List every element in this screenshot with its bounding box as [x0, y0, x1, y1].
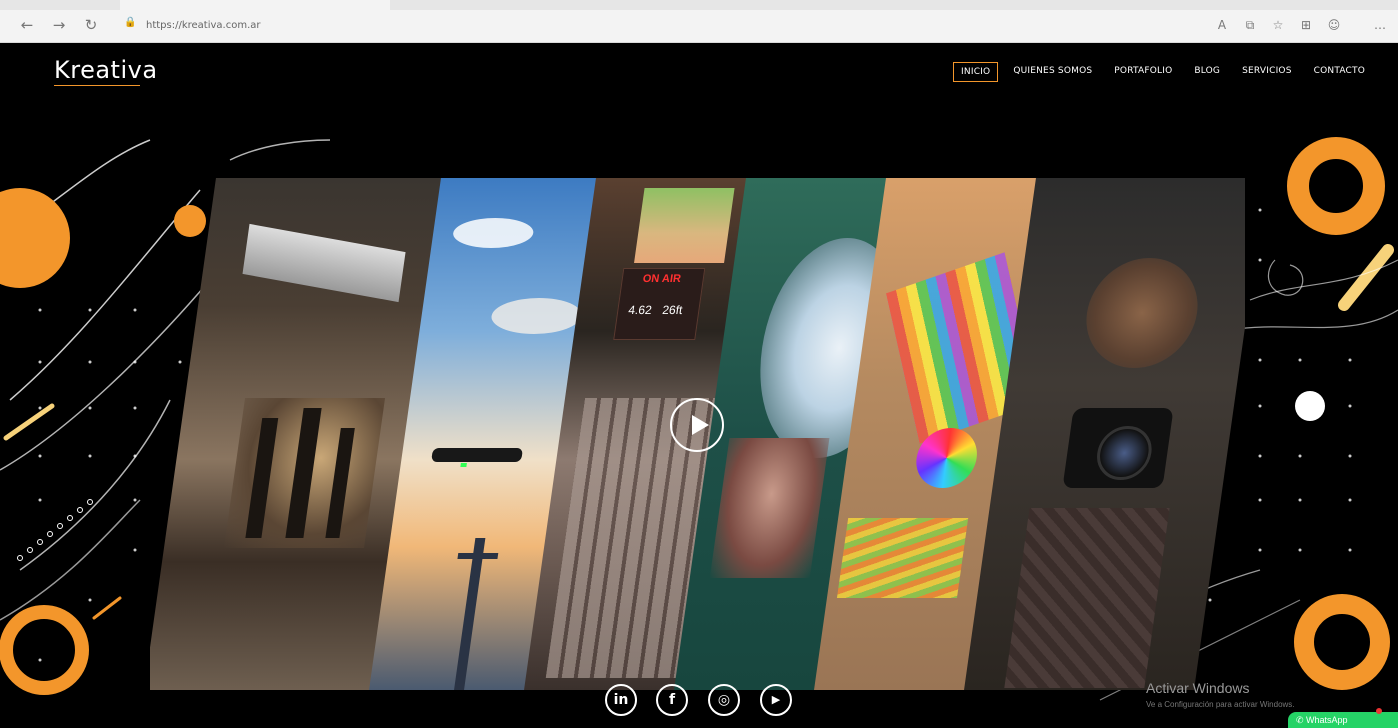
nav-contacto[interactable]: CONTACTO — [1307, 62, 1372, 82]
address-bar[interactable]: https://kreativa.com.ar — [146, 20, 261, 31]
refresh-icon[interactable]: ↻ — [82, 16, 100, 34]
play-button[interactable] — [670, 398, 724, 452]
studio-value-2: 26ft — [661, 303, 684, 317]
nav-portafolio[interactable]: PORTAFOLIO — [1107, 62, 1179, 82]
nav-inicio[interactable]: INICIO — [953, 62, 999, 82]
nav-blog[interactable]: BLOG — [1187, 62, 1227, 82]
on-air-sign: ON AIR — [641, 273, 682, 285]
browser-toolbar: ← → ↻ 🔒 https://kreativa.com.ar A ⧉ ☆ ⊞ … — [0, 0, 1398, 43]
profile-icon[interactable]: ☺ — [1326, 17, 1342, 33]
play-icon — [692, 415, 709, 435]
nav-servicios[interactable]: SERVICIOS — [1235, 62, 1299, 82]
studio-value-1: 4.62 — [627, 303, 653, 317]
whatsapp-button[interactable]: ✆ WhatsApp — [1288, 712, 1398, 728]
arrow-right-icon[interactable]: → — [50, 16, 68, 34]
nav-quienes-somos[interactable]: QUIENES SOMOS — [1006, 62, 1099, 82]
site-logo[interactable]: Kreativa — [54, 56, 158, 84]
main-nav: INICIO QUIENES SOMOS PORTAFOLIO BLOG SER… — [945, 62, 1372, 82]
tab-icon[interactable]: ⧉ — [1242, 17, 1258, 33]
whatsapp-label: WhatsApp — [1306, 715, 1348, 725]
windows-activation-title: Activar Windows — [1146, 680, 1250, 696]
browser-tab[interactable] — [120, 0, 390, 10]
notification-dot — [1376, 708, 1382, 714]
collections-icon[interactable]: ⊞ — [1298, 17, 1314, 33]
windows-activation-subtitle: Ve a Configuración para activar Windows. — [1146, 700, 1295, 709]
facebook-icon[interactable]: f — [656, 684, 688, 716]
linkedin-icon[interactable]: in — [605, 684, 637, 716]
read-aloud-icon[interactable]: A — [1214, 17, 1230, 33]
arrow-left-icon[interactable]: ← — [18, 16, 36, 34]
logo-underline — [54, 85, 140, 86]
tab-strip — [0, 0, 1398, 10]
more-icon[interactable]: … — [1372, 17, 1388, 33]
youtube-icon[interactable]: ▶ — [760, 684, 792, 716]
lock-icon[interactable]: 🔒 — [124, 17, 136, 29]
whatsapp-icon: ✆ — [1296, 715, 1307, 725]
instagram-icon[interactable]: ◎ — [708, 684, 740, 716]
favorites-icon[interactable]: ☆ — [1270, 17, 1286, 33]
